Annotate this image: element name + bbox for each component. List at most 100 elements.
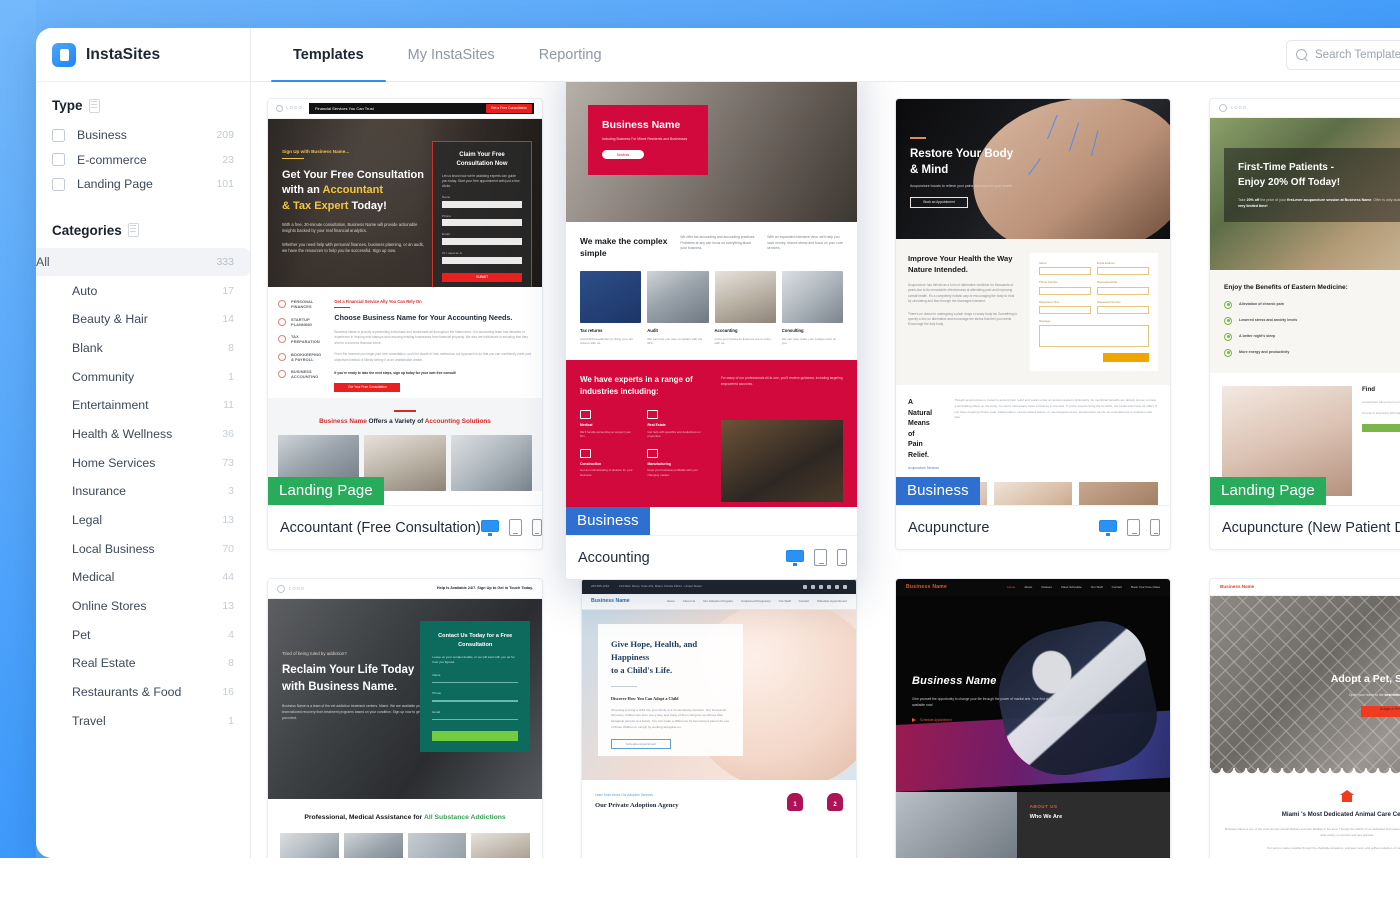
tab-templates[interactable]: Templates: [271, 28, 386, 82]
template-card-acupuncture[interactable]: Restore Your Body & Mind Acupuncture boo…: [895, 98, 1171, 550]
category-item-home-services[interactable]: Home Services 73: [36, 448, 250, 477]
preview-appointment-form: Name Email address Phone Number Requeste…: [1030, 253, 1158, 372]
checkbox-icon[interactable]: [52, 128, 65, 142]
category-label: Entertainment: [72, 398, 149, 413]
tablet-icon[interactable]: [1127, 519, 1140, 536]
category-count: 13: [222, 600, 234, 613]
category-item-community[interactable]: Community 1: [36, 362, 250, 391]
template-card-accountant[interactable]: LOGO Financial Services You Can Trust Ge…: [267, 98, 543, 550]
template-card-accounting[interactable]: Business Name HOME About Services Blog C…: [565, 82, 858, 580]
mobile-icon[interactable]: [837, 549, 847, 566]
category-label: Online Stores: [72, 599, 147, 614]
category-count: 17: [222, 284, 234, 297]
mobile-icon[interactable]: [531, 519, 542, 536]
preview-logo: LOGO: [286, 105, 304, 111]
category-item-travel[interactable]: Travel 1: [36, 707, 250, 736]
preview-hero-heading: Reclaim Your Life Today with Business Na…: [282, 663, 415, 693]
template-card-pet-adoption[interactable]: Business Name Home About Us Adopt a Pet …: [1209, 578, 1400, 858]
category-item-entertainment[interactable]: Entertainment 11: [36, 391, 250, 420]
template-thumbnail[interactable]: LOGO Financial Services You Can Trust Ge…: [268, 99, 542, 505]
mini-site-preview: Business Name Home About Us Adopt a Pet …: [1210, 579, 1400, 858]
template-card-addiction[interactable]: LOGO Help Is Available 24/7. Sign Up to …: [267, 578, 543, 858]
type-label: Business: [77, 128, 127, 143]
category-count: 8: [228, 341, 234, 354]
preview-hero-heading: Adopt a Pet, Save a Life: [1330, 672, 1400, 685]
category-count: 333: [216, 255, 234, 268]
checkbox-icon[interactable]: [52, 153, 65, 167]
category-item-local-business[interactable]: Local Business 70: [36, 534, 250, 563]
category-item-insurance[interactable]: Insurance 3: [36, 477, 250, 506]
category-count: 36: [222, 427, 234, 440]
desktop-icon[interactable]: [480, 519, 499, 536]
category-count: 3: [228, 485, 234, 498]
device-toggle-group: [480, 519, 542, 536]
checkbox-icon[interactable]: [52, 177, 65, 191]
tag-icon: [88, 98, 100, 113]
search-icon: [1296, 48, 1308, 61]
tag-icon: [127, 223, 139, 237]
category-item-restaurants-food[interactable]: Restaurants & Food 16: [36, 678, 250, 707]
category-count: 16: [222, 686, 234, 699]
category-count: 14: [222, 313, 234, 326]
tablet-icon[interactable]: [508, 519, 522, 536]
category-item-online-stores[interactable]: Online Stores 13: [36, 592, 250, 621]
template-thumbnail[interactable]: Restore Your Body & Mind Acupuncture boo…: [896, 99, 1170, 505]
type-checkbox-landing-page[interactable]: Landing Page 101: [52, 172, 234, 197]
template-thumbnail[interactable]: LOGO Help Is Available 24/7. Sign Up to …: [268, 579, 542, 858]
type-count: 209: [216, 129, 234, 142]
template-card-acupuncture-new-patient[interactable]: LOGO Sign Up Today to Enjoy Big Savings …: [1209, 98, 1400, 550]
tab-my-instasites[interactable]: My InstaSites: [386, 28, 517, 81]
template-grid-scroll[interactable]: LOGO Financial Services You Can Trust Ge…: [251, 82, 1400, 858]
tablet-icon[interactable]: [814, 549, 827, 566]
template-card-adoption[interactable]: 206-555-1234 123 Main Street, Suite 201,…: [581, 578, 857, 858]
search-input[interactable]: [1315, 48, 1400, 61]
preview-hero-heading: Business Name: [602, 119, 681, 131]
tab-reporting[interactable]: Reporting: [517, 28, 624, 81]
device-toggle-group: [786, 549, 847, 566]
template-thumbnail[interactable]: Business Name Home About Classes Class S…: [896, 579, 1170, 858]
category-label: Medical: [72, 570, 115, 585]
type-count: 101: [216, 178, 234, 191]
preview-prof-heading: Professional, Medical Assistance for All…: [304, 814, 506, 821]
desktop-icon[interactable]: [786, 549, 804, 566]
category-list: All 333 Auto 17 Beauty & Hair 14 Blank 8 Communi…: [36, 247, 250, 736]
mini-site-preview: Restore Your Body & Mind Acupuncture boo…: [896, 99, 1170, 505]
device-toggle-group: [1099, 519, 1160, 536]
template-thumbnail[interactable]: Business Name Home About Us Adopt a Pet …: [1210, 579, 1400, 858]
search-box[interactable]: [1286, 39, 1400, 70]
mini-site-preview: LOGO Help Is Available 24/7. Sign Up to …: [268, 579, 542, 858]
category-item-auto[interactable]: Auto 17: [36, 276, 250, 305]
app-window: InstaSites Type Business 209 E-commerce: [36, 28, 1400, 858]
category-item-all[interactable]: All 333: [36, 247, 250, 277]
category-label: Pet: [72, 627, 91, 642]
category-item-legal[interactable]: Legal 13: [36, 506, 250, 535]
preview-topbar-cta: Get a Free Consultation: [486, 104, 532, 113]
tab-label: My InstaSites: [407, 46, 495, 63]
template-title: Accountant (Free Consultation): [280, 519, 481, 536]
template-thumbnail[interactable]: LOGO Sign Up Today to Enjoy Big Savings …: [1210, 99, 1400, 505]
category-count: 8: [228, 657, 234, 670]
type-checkbox-business[interactable]: Business 209: [52, 123, 234, 148]
template-card-martial-arts[interactable]: Business Name Home About Classes Class S…: [895, 578, 1171, 858]
category-item-beauty-hair[interactable]: Beauty & Hair 14: [36, 305, 250, 334]
type-checkbox-ecommerce[interactable]: E-commerce 23: [52, 148, 234, 173]
category-label: Legal: [72, 513, 103, 528]
category-item-medical[interactable]: Medical 44: [36, 563, 250, 592]
preview-topbar-text: Financial Services You Can Trust: [315, 105, 374, 111]
category-label: Health & Wellness: [72, 426, 173, 441]
type-label: Landing Page: [77, 177, 153, 192]
tab-bar: Templates My InstaSites Reporting: [271, 28, 624, 82]
template-thumbnail[interactable]: Business Name HOME About Services Blog C…: [566, 82, 857, 535]
template-thumbnail[interactable]: 206-555-1234 123 Main Street, Suite 201,…: [582, 579, 856, 858]
category-item-blank[interactable]: Blank 8: [36, 334, 250, 363]
desktop-icon[interactable]: [1099, 519, 1117, 536]
category-item-real-estate[interactable]: Real Estate 8: [36, 649, 250, 678]
preview-form-sub: Let us know how we're assisting experts …: [442, 174, 520, 188]
template-badge: Business: [566, 507, 650, 535]
type-label: E-commerce: [77, 152, 147, 167]
category-item-health-wellness[interactable]: Health & Wellness 36: [36, 420, 250, 449]
category-count: 4: [228, 628, 234, 641]
category-item-pet[interactable]: Pet 4: [36, 620, 250, 649]
category-label: Auto: [72, 283, 98, 298]
mobile-icon[interactable]: [1150, 519, 1160, 536]
